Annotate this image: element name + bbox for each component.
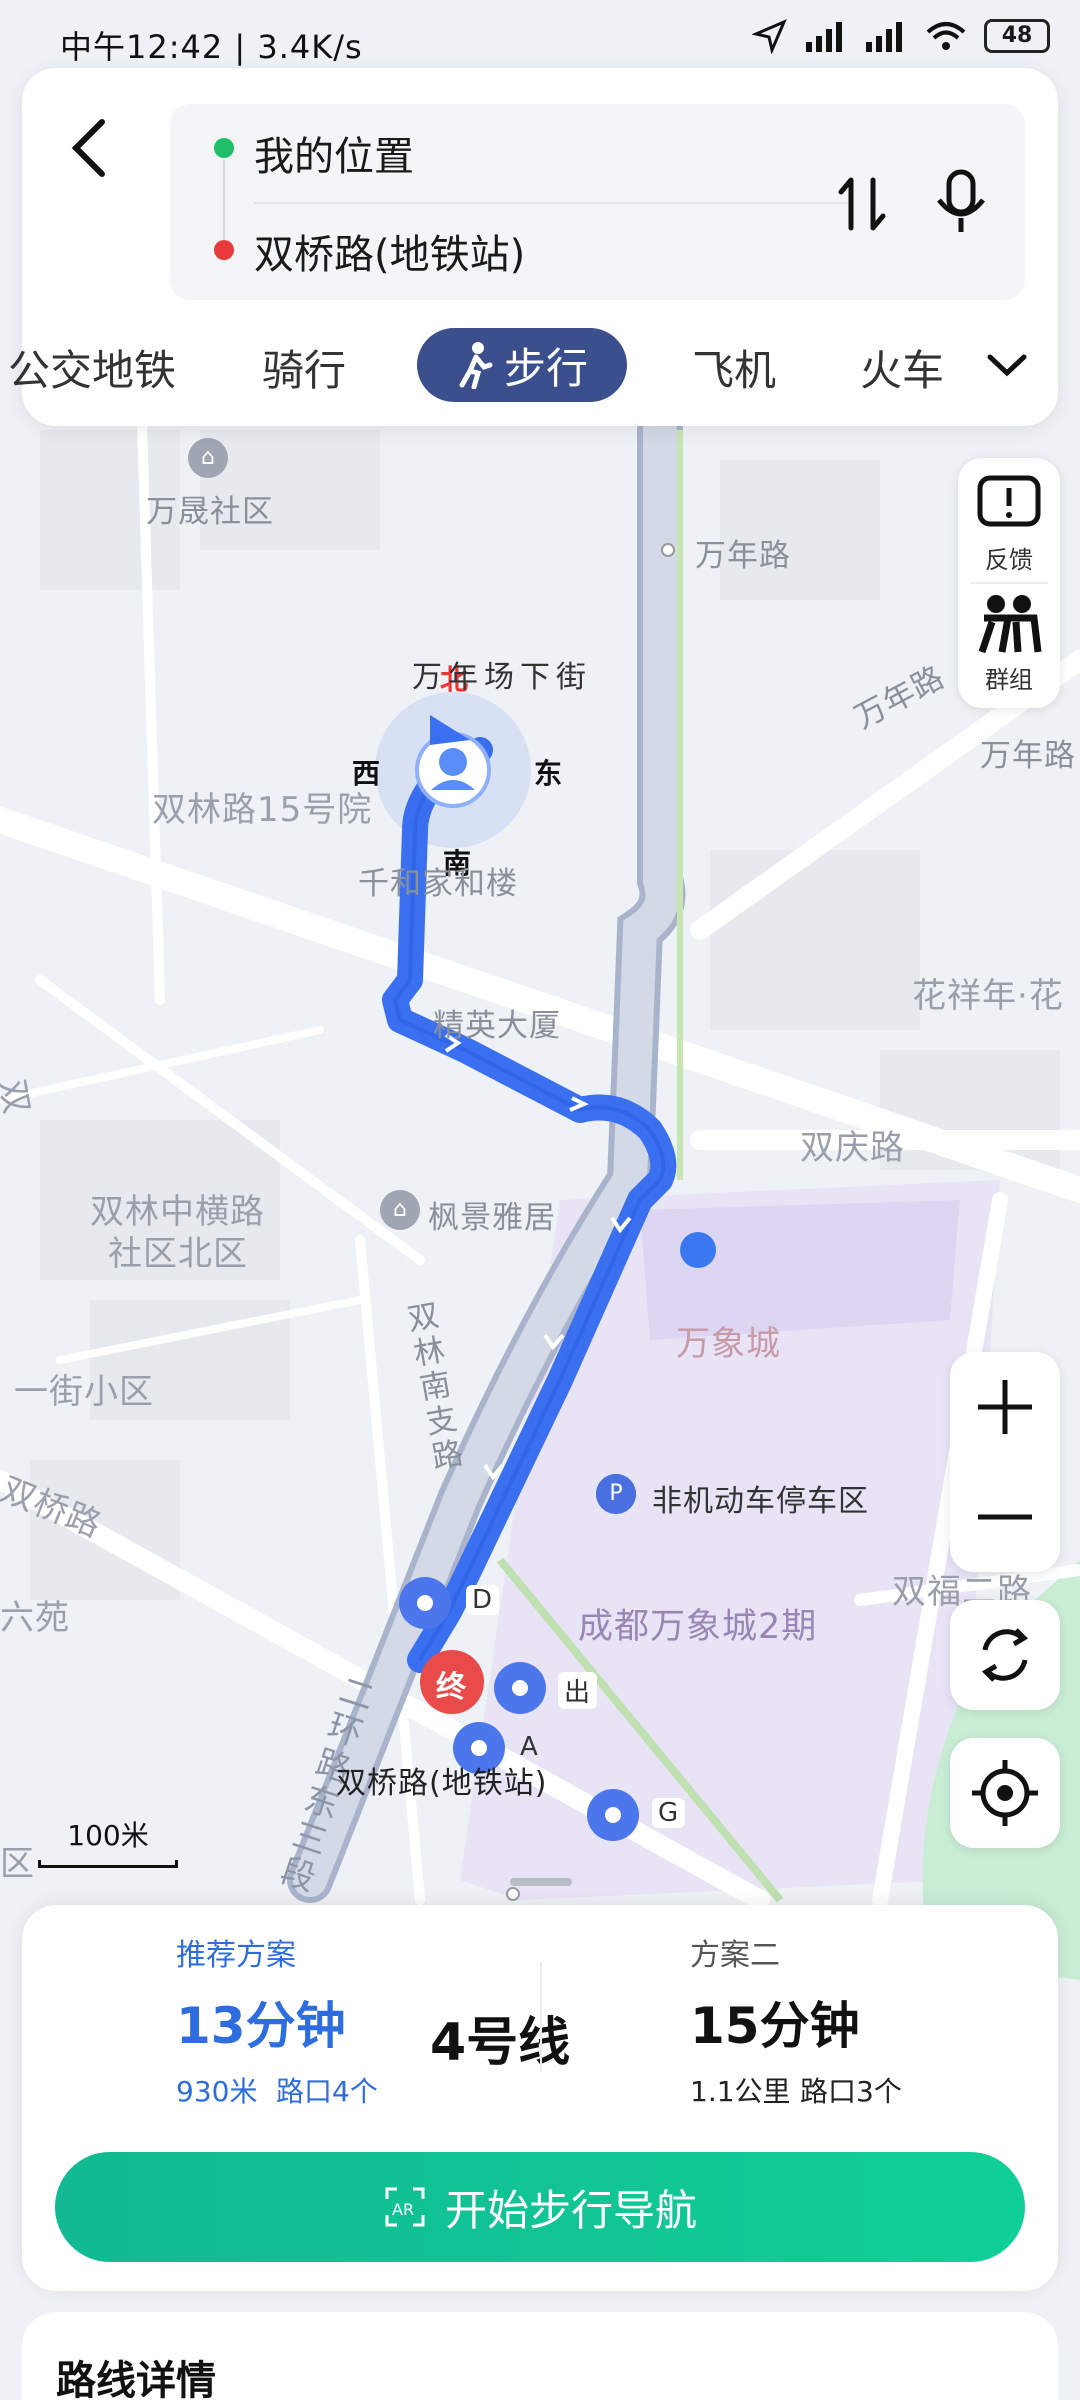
destination-dot	[214, 240, 234, 260]
second-crossings: 路口3个	[800, 2075, 902, 2108]
map-label-yijie: 一街小区	[14, 1372, 154, 1412]
map-label-station[interactable]: 双桥路(地铁站)	[336, 1758, 547, 1802]
map-label-fengjing: 枫景雅居	[428, 1200, 556, 1236]
chevron-left-icon	[71, 119, 105, 177]
map-label-huaxiangnian: 花祥年·花	[912, 976, 1064, 1016]
tab-cycling[interactable]: 骑行	[262, 337, 346, 398]
tab-train[interactable]: 火车	[860, 337, 944, 398]
feedback-button[interactable]: 反馈	[958, 472, 1060, 575]
map-label-liuyuan: 六苑	[0, 1598, 70, 1638]
map-scale: 100米	[38, 1814, 178, 1868]
route-inputs: 我的位置 双桥路(地铁站)	[170, 104, 1025, 300]
metro-line-label: 4号线	[430, 2013, 571, 2073]
locate-me-button[interactable]	[950, 1738, 1060, 1848]
battery-icon: 48	[984, 19, 1050, 53]
signal-icon-2	[866, 22, 902, 52]
exit-a-label: A	[520, 1732, 539, 1762]
ar-icon: AR	[385, 2187, 425, 2227]
side-tools-panel: 反馈 群组	[958, 458, 1060, 708]
back-button[interactable]	[52, 108, 132, 188]
travel-mode-tabs: 公交地铁 骑行 步行 飞机 火车	[8, 323, 1058, 413]
map-label-shequ: 社区北区	[108, 1234, 248, 1274]
recommended-distance: 930米	[176, 2075, 258, 2108]
map-label-qu: 区	[0, 1844, 35, 1884]
walking-person-icon	[459, 342, 493, 389]
route-details-title: 路线详情	[56, 2358, 216, 2400]
compass-east: 东	[534, 757, 563, 790]
voice-input-button[interactable]	[929, 168, 993, 238]
map-label-shuangqing: 双庆路	[800, 1128, 905, 1168]
second-tag: 方案二	[690, 1938, 780, 1973]
recommended-tag: 推荐方案	[176, 1938, 296, 1973]
svg-text:AR: AR	[392, 2200, 414, 2219]
map-label-wannian-xiajie: 万年场下街	[412, 660, 592, 695]
second-time: 15分钟	[690, 1997, 860, 2055]
scale-bar	[38, 1860, 178, 1868]
wifi-icon	[926, 22, 966, 50]
plus-icon	[978, 1380, 1032, 1434]
route-connector	[223, 160, 225, 246]
tab-walking-label: 步行	[503, 343, 588, 393]
locate-icon	[972, 1760, 1038, 1826]
group-icon	[978, 595, 1042, 654]
input-divider	[254, 202, 854, 204]
scale-label: 100米	[67, 1819, 149, 1852]
zoom-out-button[interactable]	[950, 1462, 1060, 1572]
swap-icon	[838, 177, 886, 231]
tab-flight[interactable]: 飞机	[692, 337, 776, 398]
end-marker-label: 终	[436, 1670, 467, 1705]
map-label-wanxiang2: 成都万象城2期	[578, 1607, 818, 1647]
sheet-drag-handle[interactable]	[510, 1878, 572, 1886]
map-label-wansheng: 万晟社区	[146, 494, 274, 530]
origin-dot	[214, 138, 234, 158]
map-label-jingying: 精英大厦	[433, 1008, 561, 1044]
exit-d-label: D	[466, 1585, 500, 1615]
map-label-shuanglin15: 双林路15号院	[152, 790, 373, 830]
route-search-card: 我的位置 双桥路(地铁站) 公交地铁 骑行 步行 飞机 火车	[8, 68, 1058, 426]
status-icons: 48	[752, 18, 1050, 54]
exit-chu-label: 出	[558, 1672, 598, 1709]
map-label-wanxiangcheng: 万象城	[676, 1324, 781, 1364]
refresh-icon	[981, 1628, 1029, 1682]
refresh-button[interactable]	[950, 1600, 1060, 1710]
destination-field[interactable]: 双桥路(地铁站)	[254, 222, 525, 280]
chevron-down-icon	[987, 354, 1027, 377]
community-icon: ⌂	[188, 438, 228, 478]
group-label: 群组	[985, 666, 1033, 694]
more-modes-button[interactable]	[984, 345, 1030, 385]
route-details-card[interactable]: 路线详情	[22, 2312, 1058, 2400]
feedback-label: 反馈	[985, 546, 1033, 574]
origin-field[interactable]: 我的位置	[254, 124, 414, 182]
map-label-qianhejiahe: 千和家和楼	[358, 866, 518, 902]
feedback-icon	[977, 475, 1041, 527]
location-arrow-icon	[752, 19, 787, 54]
minus-icon	[978, 1514, 1032, 1520]
microphone-icon	[937, 169, 985, 232]
plans-divider	[540, 1962, 542, 2072]
tab-transit[interactable]: 公交地铁	[8, 337, 176, 398]
start-navigation-label: 开始步行导航	[444, 2185, 697, 2235]
group-button[interactable]: 群组	[958, 592, 1060, 695]
start-walking-navigation-button[interactable]: AR 开始步行导航	[55, 2152, 1025, 2262]
recommended-crossings: 路口4个	[276, 2075, 378, 2108]
signal-icon	[806, 22, 842, 52]
exit-g-label: G	[652, 1798, 686, 1828]
zoom-panel	[950, 1352, 1060, 1572]
second-distance: 1.1公里	[690, 2075, 791, 2108]
map-label-parking: 非机动车停车区	[652, 1484, 869, 1519]
recommended-time: 13分钟	[176, 1997, 346, 2055]
tab-walking[interactable]: 步行	[417, 328, 627, 402]
residence-icon: ⌂	[380, 1190, 420, 1230]
zoom-in-button[interactable]	[950, 1352, 1060, 1462]
map-label-wannian-road: 万年路	[695, 538, 791, 574]
map-label-wannian-lu: 万年路	[980, 738, 1076, 774]
status-time: 中午12:42 | 3.4K/s	[60, 28, 363, 66]
swap-button[interactable]	[831, 172, 895, 236]
parking-icon: P	[596, 1474, 636, 1514]
tools-divider	[970, 582, 1048, 584]
